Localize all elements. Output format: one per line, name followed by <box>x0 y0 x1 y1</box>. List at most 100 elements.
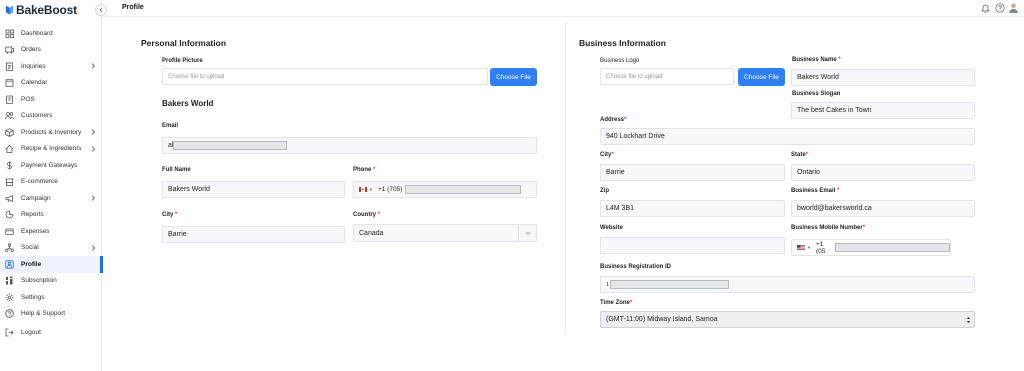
profile-icon <box>5 260 14 269</box>
sidebar-item-customers[interactable]: Customers <box>0 108 102 125</box>
sidebar-item-label: Products & Inventory <box>21 128 82 136</box>
sidebar: BakeBoost Dashboard Orders Inquiries Calend… <box>0 0 103 371</box>
sidebar-item-label: Settings <box>21 293 45 301</box>
subscription-icon <box>5 276 14 285</box>
sidebar-item-label: Payment Gateways <box>21 161 78 169</box>
brand[interactable]: BakeBoost <box>5 3 77 17</box>
business-logo-choose-file-button[interactable]: Choose File <box>738 68 785 86</box>
time-zone-select[interactable]: (GMT-11:00) Midway Island, Samoa <box>600 311 975 328</box>
top-header: Profile <box>102 0 1024 17</box>
bell-icon[interactable] <box>980 2 991 13</box>
zip-label: Zip <box>600 188 609 194</box>
sidebar-item-payment-gateways[interactable]: Payment Gateways <box>0 157 102 174</box>
city-field[interactable]: Barrie <box>162 226 345 243</box>
business-registration-label: Business Registration ID <box>600 264 672 270</box>
zip-field[interactable]: L4M 3B1 <box>600 200 785 217</box>
chevron-down-icon <box>518 225 536 241</box>
reports-icon <box>5 210 14 219</box>
full-name-field[interactable]: Bakers World <box>162 181 345 198</box>
sidebar-item-reports[interactable]: Reports <box>0 207 102 224</box>
dollar-icon <box>5 161 14 170</box>
chevron-right-icon[interactable] <box>90 194 96 202</box>
address-field[interactable]: 940 Lockhart Drive <box>600 128 975 145</box>
sidebar-item-profile[interactable]: Profile <box>0 256 103 273</box>
mobile-country-code-caret-icon: ▼ <box>806 245 811 250</box>
sidebar-item-label: Subscription <box>21 277 57 285</box>
business-mobile-label: Business Mobile Number* <box>791 225 866 231</box>
email-field[interactable]: al <box>162 137 537 154</box>
section-divider <box>565 22 566 334</box>
us-flag-icon <box>797 245 805 250</box>
pos-icon <box>5 95 14 104</box>
calendar-icon <box>5 78 14 87</box>
profile-picture-choose-file-button[interactable]: Choose File <box>490 68 537 86</box>
sidebar-item-products-inventory[interactable]: Products & Inventory <box>0 124 102 141</box>
customers-icon <box>5 111 14 120</box>
sidebar-item-label: Inquiries <box>21 62 46 70</box>
website-field[interactable] <box>600 237 785 254</box>
user-avatar-icon[interactable] <box>1008 2 1019 13</box>
sidebar-item-inquiries[interactable]: Inquiries <box>0 58 102 75</box>
sidebar-item-label: Recipe & Ingredients <box>21 145 82 153</box>
ecommerce-icon <box>5 177 14 187</box>
sidebar-item-label: Expenses <box>21 227 50 235</box>
state-field[interactable]: Ontario <box>791 164 975 181</box>
business-logo-file-input[interactable]: Choose file to upload <box>600 68 734 85</box>
sidebar-item-pos[interactable]: POS <box>0 91 102 108</box>
products-icon <box>5 128 14 137</box>
sidebar-item-label: Orders <box>21 46 41 54</box>
sidebar-item-dashboard[interactable]: Dashboard <box>0 25 102 42</box>
sidebar-item-calendar[interactable]: Calendar <box>0 75 102 92</box>
state-label: State* <box>791 152 809 158</box>
profile-picture-file-input[interactable]: Choose file to upload <box>162 68 488 85</box>
full-name-label: Full Name <box>162 167 191 173</box>
business-name-label: Business Name * <box>792 57 841 63</box>
business-logo-label: Business Logo <box>600 58 640 64</box>
personal-business-name-heading: Bakers World <box>162 99 214 108</box>
business-slogan-field[interactable]: The best Cakes in Town <box>791 102 975 119</box>
sidebar-item-label: Social <box>21 244 39 252</box>
sidebar-item-help-support[interactable]: Help & Support <box>0 306 102 323</box>
sidebar-item-label: Logout <box>21 328 41 336</box>
sidebar-item-label: Reports <box>21 211 44 219</box>
collapse-sidebar-button[interactable] <box>95 4 107 16</box>
chevron-right-icon[interactable] <box>90 128 96 136</box>
sidebar-item-e-commerce[interactable]: E-commerce <box>0 174 102 191</box>
expenses-icon <box>5 227 14 236</box>
sidebar-item-subscription[interactable]: Subscription <box>0 273 102 290</box>
chevron-right-icon[interactable] <box>90 62 96 70</box>
personal-info-title: Personal Information <box>141 38 227 48</box>
select-arrows-icon <box>966 316 971 326</box>
redacted-email <box>173 141 288 150</box>
business-city-field[interactable]: Barrie <box>600 164 785 181</box>
country-select[interactable]: Canada <box>353 224 537 242</box>
social-icon <box>5 243 14 253</box>
redacted-registration-id <box>609 280 729 289</box>
recipe-icon <box>5 144 14 154</box>
business-name-field[interactable]: Bakers World <box>791 69 975 86</box>
country-code-caret-icon: ▼ <box>369 187 373 192</box>
help-circle-icon[interactable] <box>994 2 1005 13</box>
chevron-right-icon[interactable] <box>90 244 96 252</box>
profile-picture-label: Profile Picture <box>162 58 203 64</box>
sidebar-item-logout[interactable]: Logout <box>0 324 102 341</box>
business-mobile-field[interactable]: ▼ +1 (05 <box>791 239 951 256</box>
sidebar-item-recipe-ingredients[interactable]: Recipe & Ingredients <box>0 141 102 158</box>
canada-flag-icon <box>359 187 367 192</box>
business-city-label: City* <box>600 152 614 158</box>
sidebar-item-campaign[interactable]: Campaign <box>0 190 102 207</box>
settings-icon <box>5 293 14 302</box>
sidebar-item-settings[interactable]: Settings <box>0 289 102 306</box>
sidebar-item-orders[interactable]: Orders <box>0 42 102 59</box>
sidebar-nav: Dashboard Orders Inquiries Calendar POS Custo… <box>0 25 103 341</box>
country-label: Country * <box>353 212 381 218</box>
business-registration-field[interactable]: 1 <box>600 276 975 293</box>
sidebar-item-expenses[interactable]: Expenses <box>0 223 102 240</box>
phone-field[interactable]: ▼ +1 (705) <box>353 181 537 198</box>
sidebar-item-social[interactable]: Social <box>0 240 102 257</box>
website-label: Website <box>600 225 623 231</box>
business-email-field[interactable]: bworld@bakersworld.ca <box>791 200 975 217</box>
chevron-right-icon[interactable] <box>90 145 96 153</box>
email-label: Email <box>162 123 179 129</box>
business-info-title: Business Information <box>579 38 666 48</box>
